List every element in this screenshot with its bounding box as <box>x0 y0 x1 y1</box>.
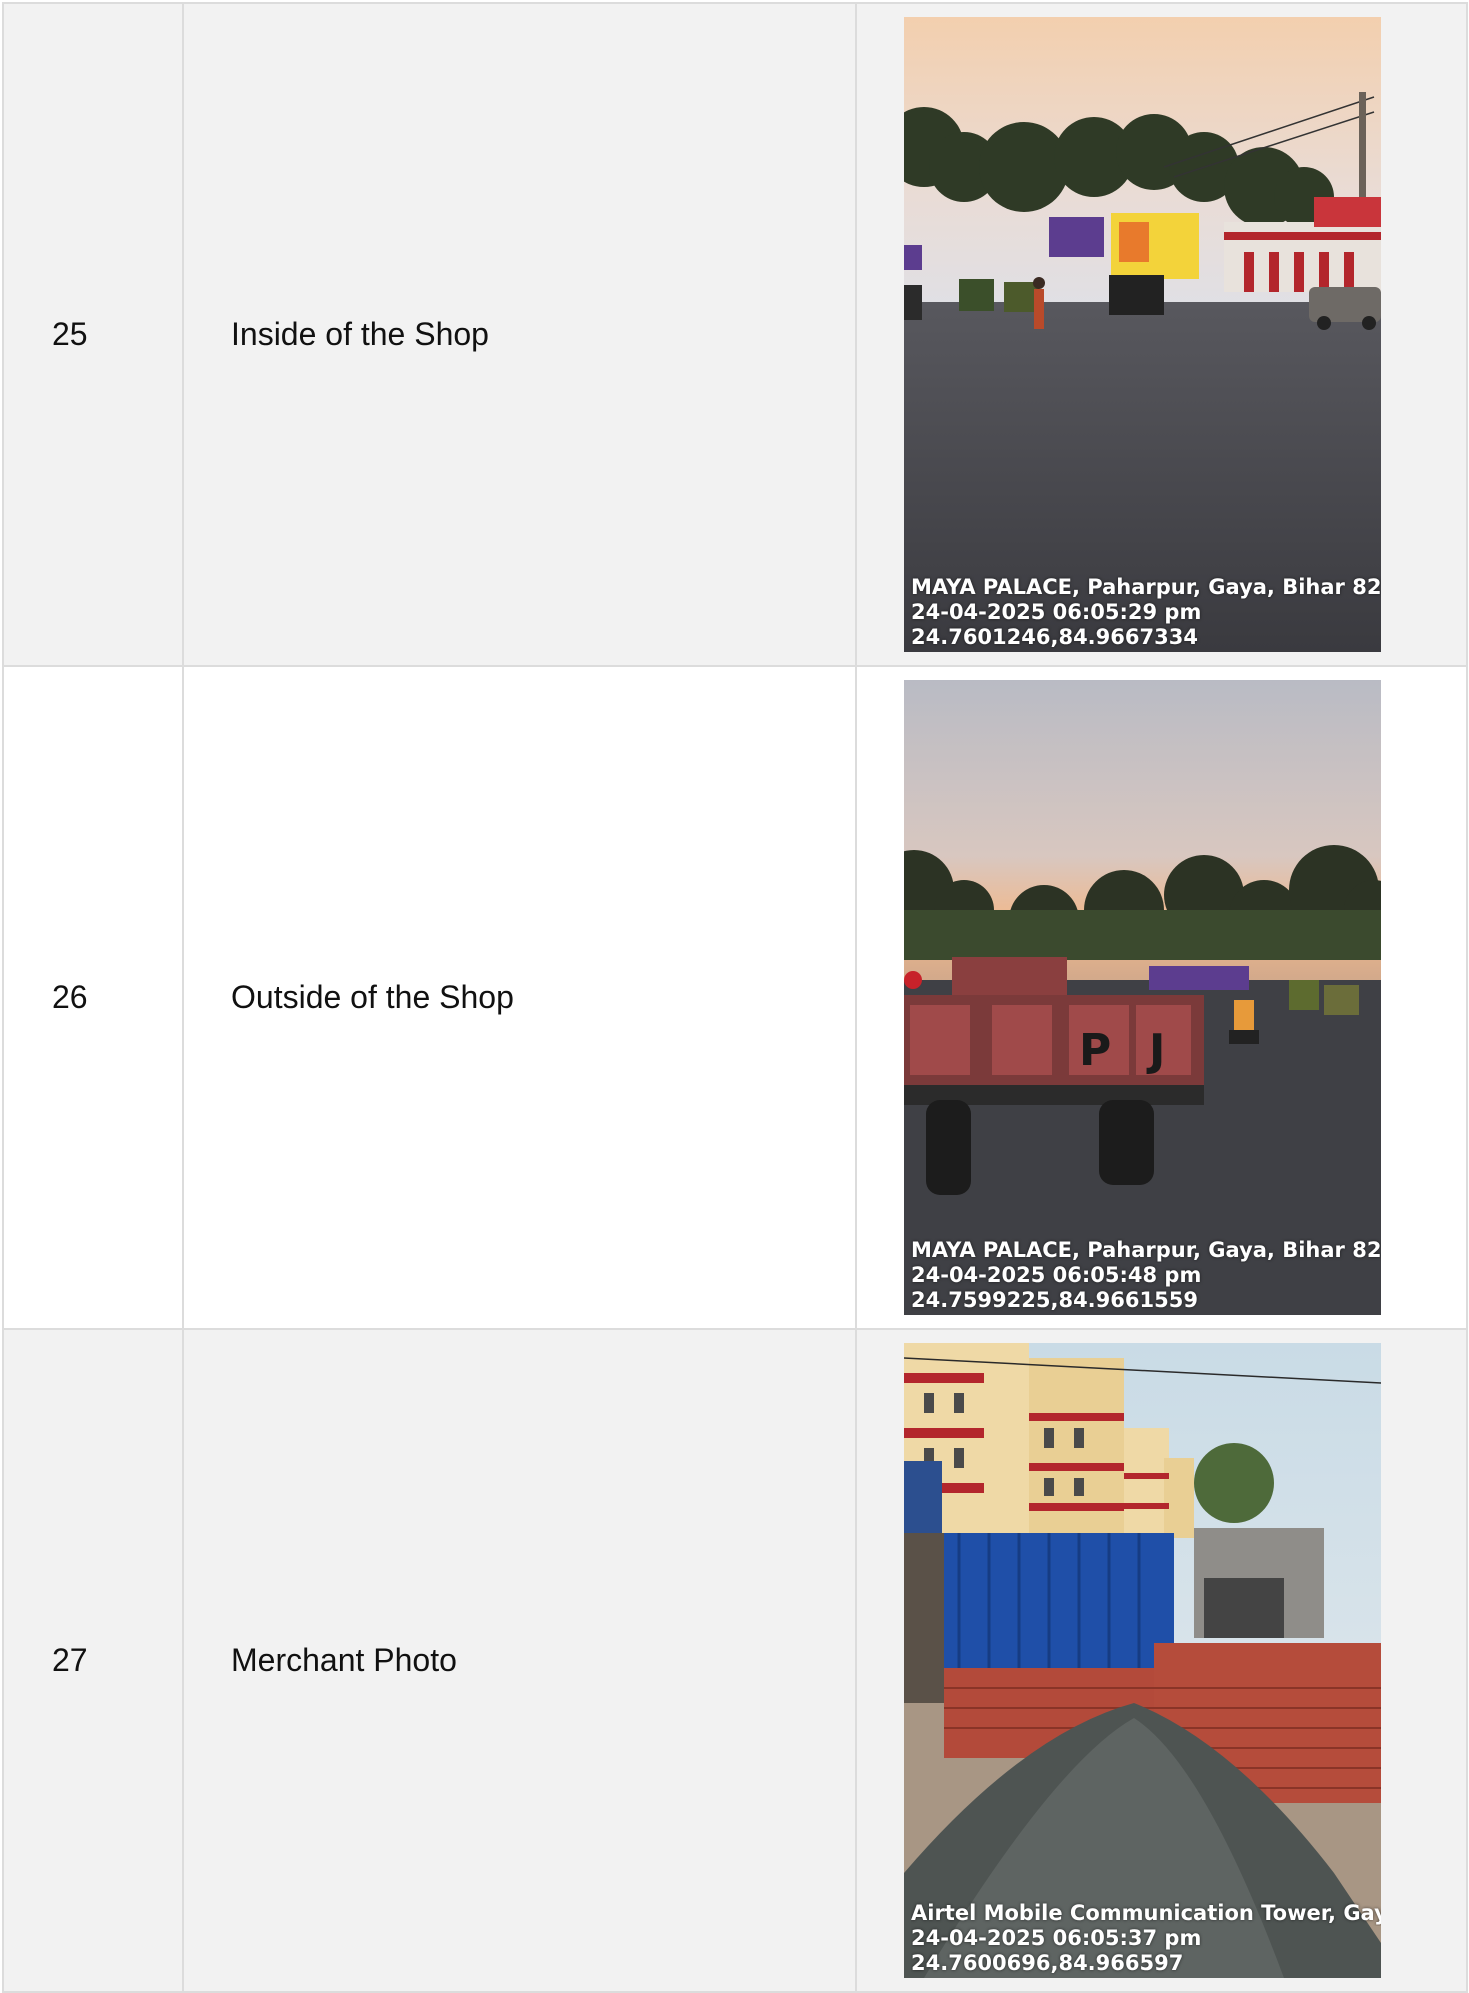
photo-cell: Airtel Mobile Communication Tower, Gaya-… <box>855 1328 1468 1993</box>
photo-geotag-stamp: MAYA PALACE, Paharpur, Gaya, Bihar 82300… <box>911 1238 1381 1313</box>
tractor-trailer-illustration: P J <box>904 680 1381 1315</box>
geotag-location: MAYA PALACE, Paharpur, Gaya, Bihar 82300 <box>911 1238 1381 1262</box>
svg-text:J: J <box>1146 1025 1165 1076</box>
row-label: Outside of the Shop <box>182 665 857 1330</box>
svg-text:P: P <box>1079 1025 1111 1076</box>
geotag-coords: 24.7601246,84.9667334 <box>911 625 1198 649</box>
geotag-datetime: 24-04-2025 06:05:29 pm <box>911 600 1202 624</box>
photo-cell: MAYA PALACE, Paharpur, Gaya, Bihar 82300… <box>855 2 1468 667</box>
row-label: Inside of the Shop <box>182 2 857 667</box>
report-table: 25 Inside of the Shop MAYA PALACE, Pahar… <box>2 2 1468 1993</box>
shop-inside-photo: MAYA PALACE, Paharpur, Gaya, Bihar 82300… <box>904 17 1381 652</box>
geotag-location: MAYA PALACE, Paharpur, Gaya, Bihar 82300 <box>911 575 1381 599</box>
shop-outside-photo: P J MAYA PALACE, Paharpur, Gaya, Bihar 8… <box>904 680 1381 1315</box>
row-index: 27 <box>2 1328 184 1993</box>
photo-cell: P J MAYA PALACE, Paharpur, Gaya, Bihar 8… <box>855 665 1468 1330</box>
geotag-coords: 24.7600696,84.966597 <box>911 1951 1184 1975</box>
merchant-photo: Airtel Mobile Communication Tower, Gaya-… <box>904 1343 1381 1978</box>
row-index: 26 <box>2 665 184 1330</box>
photo-geotag-stamp: Airtel Mobile Communication Tower, Gaya-… <box>911 1901 1381 1976</box>
row-label: Merchant Photo <box>182 1328 857 1993</box>
table-row: 27 Merchant Photo Airtel Mobile Communic… <box>2 1328 1468 1993</box>
geotag-location: Airtel Mobile Communication Tower, Gaya-… <box>911 1901 1381 1925</box>
geotag-datetime: 24-04-2025 06:05:37 pm <box>911 1926 1202 1950</box>
geotag-datetime: 24-04-2025 06:05:48 pm <box>911 1263 1202 1287</box>
geotag-coords: 24.7599225,84.9661559 <box>911 1288 1198 1312</box>
photo-geotag-stamp: MAYA PALACE, Paharpur, Gaya, Bihar 82300… <box>911 575 1381 650</box>
table-row: 25 Inside of the Shop MAYA PALACE, Pahar… <box>2 2 1468 667</box>
row-index: 25 <box>2 2 184 667</box>
table-row: 26 Outside of the Shop P J MAYA PALACE, … <box>2 665 1468 1330</box>
street-scene-illustration <box>904 17 1381 652</box>
construction-site-illustration <box>904 1343 1381 1978</box>
